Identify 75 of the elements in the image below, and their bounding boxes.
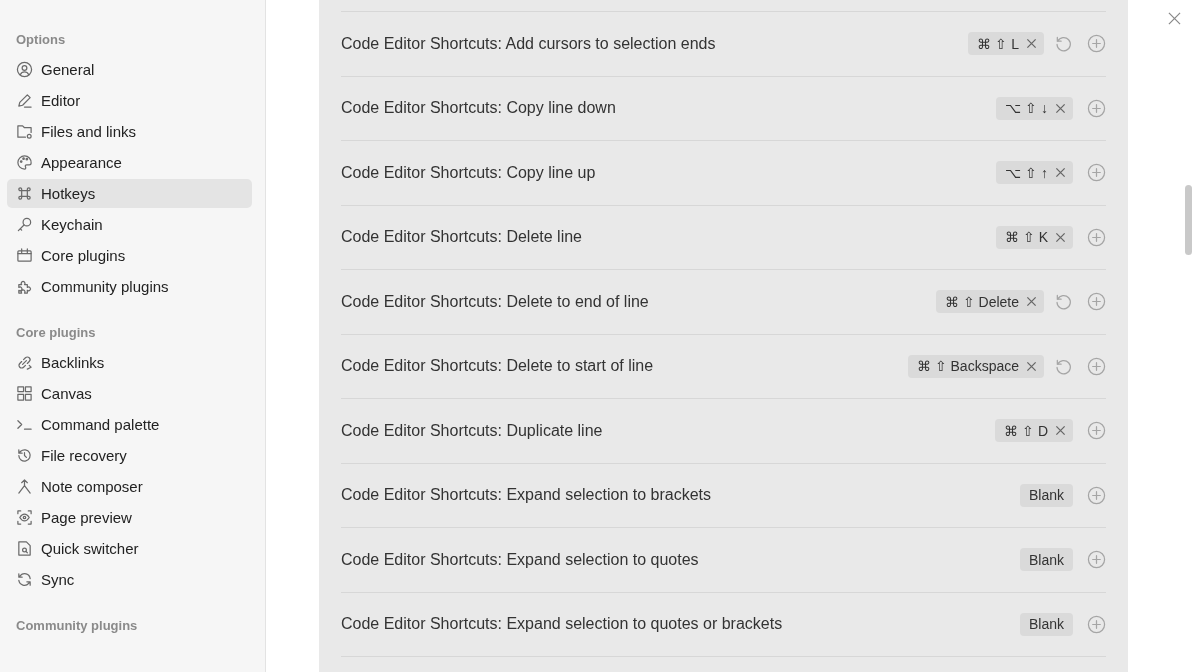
sync-icon <box>16 571 33 588</box>
hotkey-chip: ⌥ ⇧ ↑ <box>996 161 1073 185</box>
section-heading: Options <box>15 31 67 49</box>
hotkey-chip: Blank <box>1019 612 1073 636</box>
add-icon[interactable] <box>1087 227 1106 247</box>
sidebar-item[interactable]: Canvas <box>7 379 252 408</box>
remove-icon[interactable] <box>1055 167 1066 179</box>
hotkey-chip: ⌘ ⇧ Backspace <box>907 354 1044 378</box>
command-name: Code Editor Shortcuts: Delete to start of line <box>341 357 654 376</box>
sidebar-item[interactable]: Appearance <box>7 148 252 177</box>
sidebar-item[interactable]: Command palette <box>7 410 252 439</box>
hotkey-chip: ⌘ ⇧ Delete <box>935 290 1044 314</box>
add-icon[interactable] <box>1087 614 1106 634</box>
hotkey-chip: ⌘ ⇧ L <box>968 32 1044 56</box>
key-icon <box>16 216 33 233</box>
merge-icon <box>16 478 33 495</box>
section-heading: Core plugins <box>15 324 97 342</box>
user-icon <box>16 61 33 78</box>
section-heading: Community plugins <box>15 617 139 635</box>
sidebar-item[interactable]: Keychain <box>7 210 252 239</box>
sidebar-item[interactable]: Backlinks <box>7 348 252 377</box>
add-icon[interactable] <box>1087 356 1106 376</box>
file-search-icon <box>16 540 33 557</box>
sidebar-item[interactable]: Hotkeys <box>7 179 252 208</box>
calendar-icon <box>16 247 33 264</box>
grid-icon <box>16 385 33 402</box>
sidebar-item[interactable]: Community plugins <box>7 272 252 301</box>
add-icon[interactable] <box>1087 292 1106 312</box>
command-name: Code Editor Shortcuts: Expand selection to brackets <box>341 486 711 505</box>
remove-icon[interactable] <box>1055 425 1066 437</box>
command-name: Code Editor Shortcuts: Duplicate line <box>341 421 603 440</box>
add-icon[interactable] <box>1087 421 1106 441</box>
puzzle-icon <box>16 278 33 295</box>
scrollbar-thumb[interactable] <box>1185 185 1192 255</box>
command-name: Code Editor Shortcuts: Copy line up <box>341 163 596 182</box>
remove-icon[interactable] <box>1055 102 1066 114</box>
sidebar-item[interactable]: Editor <box>7 86 252 115</box>
command-name: Code Editor Shortcuts: Delete line <box>341 228 582 247</box>
command-icon <box>16 185 33 202</box>
add-icon[interactable] <box>1087 98 1106 118</box>
hotkey-chip: ⌘ ⇧ D <box>995 419 1073 443</box>
sidebar-item[interactable]: Files and links <box>7 117 252 146</box>
sidebar-item[interactable]: Note composer <box>7 472 252 501</box>
sidebar-item[interactable]: Sync <box>7 565 252 594</box>
sidebar-item[interactable]: File recovery <box>7 441 252 470</box>
hotkey-chip: ⌥ ⇧ ↓ <box>996 96 1073 120</box>
command-name: Code Editor Shortcuts: Copy line down <box>341 99 616 118</box>
remove-icon[interactable] <box>1055 231 1066 243</box>
add-icon[interactable] <box>1087 34 1106 54</box>
command-name: Code Editor Shortcuts: Delete to end of line <box>341 292 649 311</box>
sidebar-item[interactable]: Core plugins <box>7 241 252 270</box>
reset-icon[interactable] <box>1054 292 1073 312</box>
sidebar-item[interactable]: Page preview <box>7 503 252 532</box>
link-icon <box>16 354 33 371</box>
add-icon[interactable] <box>1087 550 1106 570</box>
folder-icon <box>16 123 33 140</box>
remove-icon[interactable] <box>1026 296 1037 308</box>
sidebar-item[interactable]: Quick switcher <box>7 534 252 563</box>
command-name: Code Editor Shortcuts: Expand selection to quotes or brackets <box>341 615 783 634</box>
add-icon[interactable] <box>1087 485 1106 505</box>
hotkey-chip: Blank <box>1019 483 1073 507</box>
pencil-icon <box>16 92 33 109</box>
eye-icon <box>16 509 33 526</box>
add-icon[interactable] <box>1087 163 1106 183</box>
remove-icon[interactable] <box>1026 360 1037 372</box>
palette-icon <box>16 154 33 171</box>
command-name: Code Editor Shortcuts: Expand selection to quotes <box>341 550 699 569</box>
remove-icon[interactable] <box>1026 38 1037 50</box>
hotkey-chip: Blank <box>1019 548 1073 572</box>
close-icon[interactable] <box>1168 12 1181 25</box>
reset-icon[interactable] <box>1054 34 1073 54</box>
hotkey-chip: ⌘ ⇧ K <box>995 225 1073 249</box>
history-icon <box>16 447 33 464</box>
command-name: Code Editor Shortcuts: Add cursors to selection ends <box>341 34 716 53</box>
sidebar-item[interactable]: General <box>7 55 252 84</box>
